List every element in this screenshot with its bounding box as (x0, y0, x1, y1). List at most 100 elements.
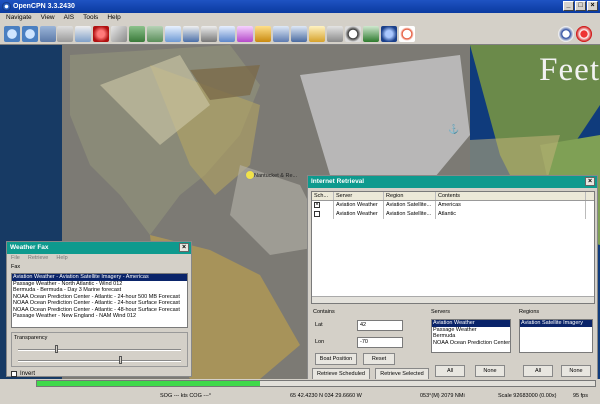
scale-in-icon[interactable] (40, 26, 56, 42)
mark-icon[interactable] (93, 26, 109, 42)
anchor-icon: ⚓ (448, 124, 460, 134)
measure-icon[interactable] (111, 26, 127, 42)
colour-scheme-icon[interactable] (255, 26, 271, 42)
wf-menu-retrieve[interactable]: Retrieve (28, 255, 48, 261)
transparency-label: Transparency (14, 335, 48, 341)
table-row[interactable]: Aviation Weather Aviation Satellite... A… (312, 210, 594, 219)
lifebuoy-icon[interactable] (399, 26, 415, 42)
chart-units-watermark: Feet (539, 52, 600, 88)
schedule-checkbox[interactable] (312, 210, 334, 219)
invert-label: Invert (20, 370, 36, 377)
lat-input[interactable]: 42 (357, 320, 403, 331)
servers-none-button[interactable]: None (475, 365, 505, 377)
internet-retrieval-title: Internet Retrieval (311, 178, 365, 185)
minimize-button[interactable]: _ (563, 1, 574, 11)
weather-fax-title-bar: Weather Fax × (7, 242, 191, 254)
servers-list[interactable]: Aviation Weather Passage Weather Bermuda… (431, 319, 511, 353)
follow-icon[interactable] (129, 26, 145, 42)
schedule-table: Sch... Server Region Contents × Aviation… (311, 191, 595, 304)
invert-option[interactable]: Invert (11, 370, 35, 377)
regions-list[interactable]: Aviation Satellite Imagery (519, 319, 593, 353)
lon-label: Lon (315, 339, 325, 345)
fax-list-item[interactable]: Passage Weather - New England - NAM Wind… (12, 313, 187, 320)
table-cell: Aviation Satellite... (384, 201, 436, 210)
grib-icon[interactable] (309, 26, 325, 42)
status-bar: SOG --- kts COG ---° 65 42.4230 N 034 29… (0, 388, 600, 404)
internet-retrieval-title-bar: Internet Retrieval × (308, 176, 597, 188)
regions-label: Regions (519, 309, 540, 315)
regions-none-button[interactable]: None (561, 365, 591, 377)
table-cell: Atlantic (436, 210, 586, 219)
column-header[interactable]: Sch... (312, 192, 334, 200)
servers-all-button[interactable]: All (435, 365, 465, 377)
horizontal-scrollbar[interactable] (312, 296, 594, 303)
lat-label: Lat (315, 322, 323, 328)
regions-all-button[interactable]: All (523, 365, 553, 377)
wf-menu-file[interactable]: File (11, 255, 20, 261)
scale-out-icon[interactable] (57, 26, 73, 42)
menu-ais[interactable]: AIS (64, 13, 74, 23)
text-icon[interactable] (147, 26, 163, 42)
column-header[interactable]: Server (334, 192, 384, 200)
weather-fax-title: Weather Fax (10, 244, 49, 251)
window-title: OpenCPN 3.3.2430 (13, 3, 75, 10)
chart-quilt-icon[interactable] (165, 26, 181, 42)
weather-fax-close-button[interactable]: × (179, 243, 189, 252)
chart-bar-track[interactable] (36, 380, 596, 387)
menu-help[interactable]: Help (107, 13, 120, 23)
tides-icon[interactable] (273, 26, 289, 42)
transparency-slider[interactable] (18, 349, 181, 351)
bearing-distance-status: 053°(M) 2079 NMi (420, 393, 465, 399)
column-header[interactable]: Region (384, 192, 436, 200)
maximize-button[interactable]: □ (575, 1, 586, 11)
table-row[interactable]: × Aviation Weather Aviation Satellite...… (312, 201, 594, 210)
ais-icon[interactable] (327, 26, 343, 42)
transparency-slider-thumb[interactable] (55, 345, 58, 353)
table-header: Sch... Server Region Contents (312, 192, 594, 201)
internet-retrieval-close-button[interactable]: × (585, 177, 595, 186)
table-cell: Aviation Weather (334, 201, 384, 210)
zoom-out-icon[interactable] (22, 26, 38, 42)
invert-checkbox[interactable] (11, 371, 17, 377)
scale-status: Scale 92683000 (0.00x) (498, 393, 557, 399)
menu-view[interactable]: View (41, 13, 55, 23)
internet-retrieval-window: Internet Retrieval × Sch... Server Regio… (307, 175, 598, 380)
menu-bar: Navigate View AIS Tools Help (0, 13, 600, 23)
track-icon[interactable] (237, 26, 253, 42)
route-manager-icon[interactable] (219, 26, 235, 42)
fax-list-item[interactable]: NOAA Ocean Prediction Center - Atlantic … (12, 300, 187, 307)
server-item[interactable]: NOAA Ocean Prediction Center (432, 340, 510, 347)
reset-button[interactable]: Reset (363, 353, 395, 365)
window-controls: _ □ × (563, 1, 598, 11)
cursor-position-status: 65 42.4230 N 034 29.6660 W (290, 393, 362, 399)
close-button[interactable]: × (587, 1, 598, 11)
download-icon[interactable] (363, 26, 379, 42)
table-cell: Aviation Satellite... (384, 210, 436, 219)
help-icon[interactable] (291, 26, 307, 42)
weather-fax-window: Weather Fax × File Retrieve Help Fax Avi… (6, 241, 192, 377)
route-icon[interactable] (75, 26, 91, 42)
servers-label: Servers (431, 309, 450, 315)
globe-icon[interactable] (381, 26, 397, 42)
menu-navigate[interactable]: Navigate (6, 13, 32, 23)
print-icon[interactable] (201, 26, 217, 42)
fax-list[interactable]: Aviation Weather - Aviation Satellite Im… (11, 273, 188, 328)
chart-bar-fill (37, 381, 261, 386)
lon-input[interactable]: -70 (357, 337, 403, 348)
whiten-slider[interactable] (18, 360, 181, 362)
whiten-slider-thumb[interactable] (119, 356, 122, 364)
contains-label: Contains (313, 309, 335, 315)
wf-menu-help[interactable]: Help (56, 255, 67, 261)
boat-position-button[interactable]: Boat Position (315, 353, 357, 365)
region-item[interactable]: Aviation Satellite Imagery (520, 320, 592, 327)
fax-label: Fax (11, 264, 21, 270)
search-icon[interactable] (345, 26, 361, 42)
regions-group: Regions Aviation Satellite Imagery All N… (517, 309, 597, 379)
place-label: Nantucket & Re... (254, 173, 298, 179)
schedule-checkbox[interactable]: × (312, 201, 334, 210)
column-header[interactable]: Contents (436, 192, 586, 200)
settings-icon[interactable] (183, 26, 199, 42)
menu-tools[interactable]: Tools (83, 13, 98, 23)
gps-status-icon (576, 26, 592, 42)
zoom-in-icon[interactable] (4, 26, 20, 42)
